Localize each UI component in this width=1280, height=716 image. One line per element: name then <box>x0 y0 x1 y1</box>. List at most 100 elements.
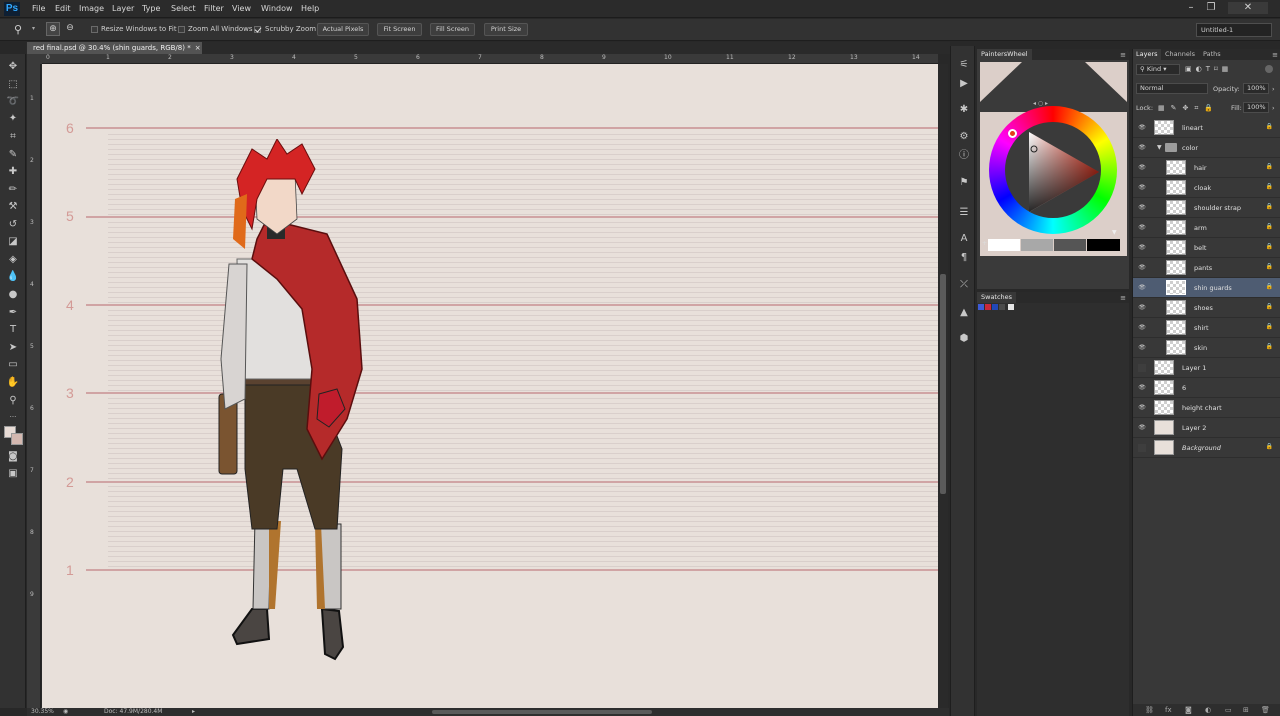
visibility-eye-icon[interactable]: 👁 <box>1138 244 1146 252</box>
lasso-tool-icon[interactable]: ➰ <box>5 95 21 109</box>
fill-input[interactable]: 100% <box>1243 102 1269 113</box>
zoom-level-status[interactable]: 30.35% <box>31 708 54 716</box>
layer-row[interactable]: 👁 shin guards 🔒 <box>1133 278 1280 298</box>
visibility-eye-icon[interactable] <box>1138 444 1146 452</box>
swatch-4[interactable] <box>999 304 1005 310</box>
tab-paths[interactable]: Paths <box>1200 49 1224 60</box>
lock-options-icons[interactable]: ▦✎✥⌗🔒 <box>1158 104 1219 113</box>
visibility-eye-icon[interactable]: 👁 <box>1138 264 1146 272</box>
minimize-icon[interactable]: – <box>1184 2 1198 14</box>
filter-toggle-icon[interactable] <box>1265 65 1273 73</box>
zoom-out-icon[interactable]: ⊖ <box>63 22 77 36</box>
scrubby-zoom-checkbox[interactable] <box>254 26 261 33</box>
layer-row[interactable]: Background 🔒 <box>1133 438 1280 458</box>
brush-presets-icon[interactable]: ✱ <box>957 103 971 117</box>
visibility-eye-icon[interactable]: 👁 <box>1138 284 1146 292</box>
info-panel-icon[interactable]: ⓘ <box>957 149 971 163</box>
magic-wand-tool-icon[interactable]: ✦ <box>5 112 21 126</box>
swatch-1[interactable] <box>978 304 984 310</box>
layer-row[interactable]: 👁 height chart <box>1133 398 1280 418</box>
shade-swatch-3[interactable] <box>1054 239 1086 251</box>
shade-swatch-2[interactable] <box>1021 239 1053 251</box>
menu-filter[interactable]: Filter <box>204 4 224 13</box>
quick-mask-icon[interactable]: ◙ <box>5 450 21 464</box>
horizontal-scroll-thumb[interactable] <box>432 710 652 714</box>
menu-select[interactable]: Select <box>171 4 196 13</box>
layer-filter-kind-select[interactable]: ⚲ Kind ▾ <box>1136 64 1180 75</box>
new-group-icon[interactable]: ▭ <box>1225 706 1232 714</box>
layer-row[interactable]: 👁 skin 🔒 <box>1133 338 1280 358</box>
clone-source-icon[interactable]: ⚑ <box>957 176 971 190</box>
layer-row[interactable]: 👁 shoes 🔒 <box>1133 298 1280 318</box>
delete-layer-icon[interactable]: 🗑 <box>1261 706 1270 714</box>
status-options-icon[interactable]: ◉ <box>63 708 68 716</box>
tab-layers[interactable]: Layers <box>1133 49 1161 60</box>
visibility-eye-icon[interactable]: 👁 <box>1138 304 1146 312</box>
saturation-value-triangle[interactable] <box>1029 132 1099 212</box>
document-canvas[interactable]: 6 5 4 3 2 1 <box>42 64 938 708</box>
visibility-eye-icon[interactable] <box>1138 364 1146 372</box>
hand-tool-icon[interactable]: ✋ <box>5 376 21 390</box>
swatch-5[interactable] <box>1008 304 1014 310</box>
visibility-eye-icon[interactable]: 👁 <box>1138 124 1146 132</box>
extra-tools-icon[interactable]: ··· <box>5 410 21 424</box>
actions-panel-icon[interactable]: ▶ <box>957 77 971 91</box>
layer-filter-icons[interactable]: ▣◐T⌑▦ <box>1185 65 1232 73</box>
visibility-eye-icon[interactable]: 👁 <box>1138 384 1146 392</box>
clone-stamp-tool-icon[interactable]: ⚒ <box>5 200 21 214</box>
navigator-icon[interactable]: ⤫ <box>957 278 971 292</box>
layer-row[interactable]: 👁 Layer 2 <box>1133 418 1280 438</box>
layer-row[interactable]: 👁 belt 🔒 <box>1133 238 1280 258</box>
layer-row[interactable]: 👁 shoulder strap 🔒 <box>1133 198 1280 218</box>
print-size-button[interactable]: Print Size <box>484 23 528 36</box>
layer-row[interactable]: 👁 shirt 🔒 <box>1133 318 1280 338</box>
blur-tool-icon[interactable]: 💧 <box>5 270 21 284</box>
swatches-tab[interactable]: Swatches <box>977 292 1017 303</box>
layer-row[interactable]: 👁 hair 🔒 <box>1133 158 1280 178</box>
zoom-tool-sidebar-icon[interactable]: ⚲ <box>5 394 21 408</box>
shade-swatch-1[interactable] <box>988 239 1020 251</box>
visibility-eye-icon[interactable]: 👁 <box>1138 144 1146 152</box>
visibility-eye-icon[interactable]: 👁 <box>1138 324 1146 332</box>
swatch-3[interactable] <box>992 304 998 310</box>
character-panel-icon[interactable]: A <box>957 232 971 246</box>
brush-tool-icon[interactable]: ✏ <box>5 183 21 197</box>
3d-panel-icon[interactable]: ⬢ <box>957 332 971 346</box>
add-mask-icon[interactable]: ◙ <box>1185 706 1192 714</box>
actual-pixels-button[interactable]: Actual Pixels <box>317 23 369 36</box>
layer-row[interactable]: 👁 cloak 🔒 <box>1133 178 1280 198</box>
zoom-all-windows-checkbox[interactable] <box>178 26 185 33</box>
adjustments-icon[interactable]: ☰ <box>957 206 971 220</box>
layer-row[interactable]: 👁 pants 🔒 <box>1133 258 1280 278</box>
visibility-eye-icon[interactable]: 👁 <box>1138 424 1146 432</box>
tab-channels[interactable]: Channels <box>1162 49 1198 60</box>
menu-window[interactable]: Window <box>261 4 293 13</box>
panel-menu-icon[interactable]: ≡ <box>1120 51 1126 59</box>
swatches-menu-icon[interactable]: ≡ <box>1120 294 1126 302</box>
move-tool-icon[interactable]: ✥ <box>5 60 21 74</box>
blend-mode-select[interactable]: Normal <box>1136 83 1208 94</box>
fit-screen-button[interactable]: Fit Screen <box>377 23 422 36</box>
paint-bucket-tool-icon[interactable]: ◈ <box>5 253 21 267</box>
layer-row[interactable]: 👁 ▼ color <box>1133 138 1280 158</box>
layers-menu-icon[interactable]: ≡ <box>1272 51 1278 59</box>
healing-brush-tool-icon[interactable]: ✚ <box>5 165 21 179</box>
layer-row[interactable]: 👁 arm 🔒 <box>1133 218 1280 238</box>
close-tab-icon[interactable]: × <box>195 44 201 52</box>
group-expand-chevron-icon[interactable]: ▼ <box>1157 144 1162 151</box>
histogram-icon[interactable]: ▲ <box>957 306 971 320</box>
eyedropper-tool-icon[interactable]: ✎ <box>5 148 21 162</box>
shade-add-icon[interactable]: + <box>982 240 987 247</box>
new-layer-icon[interactable]: ⊞ <box>1243 706 1249 714</box>
layer-row[interactable]: 👁 lineart 🔒 <box>1133 118 1280 138</box>
menu-view[interactable]: View <box>232 4 251 13</box>
layer-row[interactable]: Layer 1 <box>1133 358 1280 378</box>
pen-tool-icon[interactable]: ✒ <box>5 306 21 320</box>
wheel-options-chevron-icon[interactable]: ▼ <box>1112 229 1117 236</box>
fill-chevron-icon[interactable]: › <box>1272 102 1275 114</box>
path-selection-tool-icon[interactable]: ➤ <box>5 341 21 355</box>
workspace-select[interactable]: Untitled-1 <box>1196 23 1272 37</box>
visibility-eye-icon[interactable]: 👁 <box>1138 204 1146 212</box>
paragraph-panel-icon[interactable]: ¶ <box>957 251 971 265</box>
menu-help[interactable]: Help <box>301 4 319 13</box>
